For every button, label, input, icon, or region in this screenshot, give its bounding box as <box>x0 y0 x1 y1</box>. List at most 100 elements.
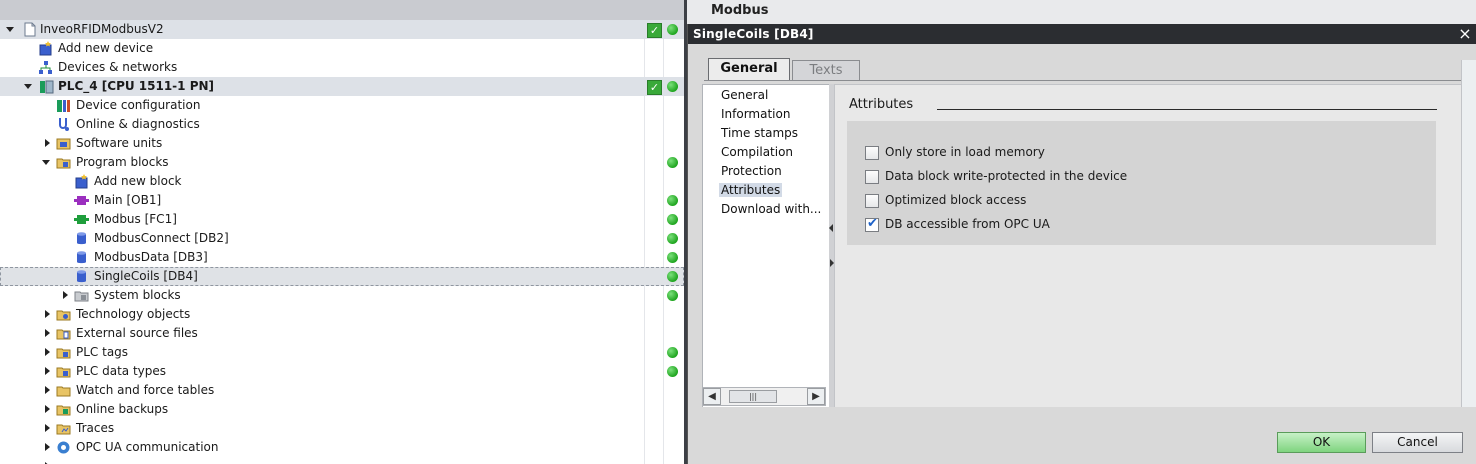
diagnostics-icon <box>59 118 69 131</box>
properties-dialog: SingleCoils [DB4] × General Texts Genera… <box>687 24 1476 464</box>
plc-tags-icon <box>56 348 71 359</box>
tree-row-partial[interactable] <box>0 457 684 464</box>
tree-row-project[interactable]: InveoRFIDModbusV2 ✓ <box>0 20 684 39</box>
tree-item-label: InveoRFIDModbusV2 <box>40 22 164 36</box>
editor-title: Modbus <box>711 3 769 18</box>
tree-row-modbusconnect-db2[interactable]: ModbusConnect [DB2] <box>0 229 684 248</box>
opc-ua-icon <box>57 441 70 454</box>
nav-item-information[interactable]: Information <box>721 107 790 121</box>
close-icon[interactable]: × <box>1456 25 1474 43</box>
project-tree: InveoRFIDModbusV2 ✓ Add new device Devic… <box>0 0 684 464</box>
organization-block-icon <box>74 196 89 205</box>
tree-row-plc[interactable]: PLC_4 [CPU 1511-1 PN] ✓ <box>0 77 684 96</box>
traces-icon <box>56 424 71 435</box>
expand-arrow-icon[interactable] <box>45 424 50 432</box>
dialog-button-bar: OK Cancel <box>688 407 1476 464</box>
dialog-title-bar[interactable]: SingleCoils [DB4] × <box>688 24 1476 44</box>
collapse-left-icon[interactable] <box>829 224 833 232</box>
status-ok-icon <box>667 366 678 377</box>
checkbox-box[interactable] <box>865 194 879 208</box>
expand-arrow-icon[interactable] <box>45 348 50 356</box>
section-title-line <box>937 109 1437 110</box>
status-ok-icon <box>667 290 678 301</box>
expand-arrow-icon[interactable] <box>45 405 50 413</box>
tree-row-singlecoils-db4[interactable]: SingleCoils [DB4] <box>0 267 684 286</box>
tree-item-label: SingleCoils [DB4] <box>94 269 198 283</box>
tree-row-plc-tags[interactable]: PLC tags <box>0 343 684 362</box>
tree-row-technology-objects[interactable]: Technology objects <box>0 305 684 324</box>
expand-arrow-icon[interactable] <box>45 367 50 375</box>
checkbox-box[interactable]: ✔ <box>865 216 879 232</box>
expand-arrow-icon[interactable] <box>45 310 50 318</box>
tree-row-devices-networks[interactable]: Devices & networks <box>0 58 684 77</box>
dialog-title: SingleCoils [DB4] <box>693 27 814 41</box>
network-icon <box>39 61 52 74</box>
plc-icon <box>40 80 54 94</box>
scroll-left-icon[interactable]: ◀ <box>703 388 721 405</box>
expand-arrow-icon[interactable] <box>45 386 50 394</box>
tree-item-label: Devices & networks <box>58 60 178 74</box>
ok-button[interactable]: OK <box>1277 432 1366 453</box>
device-config-icon <box>57 100 70 112</box>
expand-arrow-icon[interactable] <box>45 329 50 337</box>
tree-row-modbus-fc1[interactable]: Modbus [FC1] <box>0 210 684 229</box>
collapse-arrow-icon[interactable] <box>42 160 50 165</box>
tree-row-traces[interactable]: Traces <box>0 419 684 438</box>
tree-row-software-units[interactable]: Software units <box>0 134 684 153</box>
tree-row-watch-force-tables[interactable]: Watch and force tables <box>0 381 684 400</box>
tab-general[interactable]: General <box>708 58 790 81</box>
tree-row-online-diagnostics[interactable]: Online & diagnostics <box>0 115 684 134</box>
checkbox-label: Optimized block access <box>885 193 1027 207</box>
cancel-button[interactable]: Cancel <box>1372 432 1463 453</box>
checkbox-label: DB accessible from OPC UA <box>885 217 1050 231</box>
status-ok-icon <box>667 81 678 92</box>
tree-item-label: ModbusData [DB3] <box>94 250 208 264</box>
tree-row-device-configuration[interactable]: Device configuration <box>0 96 684 115</box>
nav-item-download-with[interactable]: Download with... <box>721 202 821 216</box>
scroll-thumb[interactable]: ||| <box>729 390 777 403</box>
status-ok-icon <box>667 214 678 225</box>
folder-icon <box>56 158 71 169</box>
checkbox-box[interactable] <box>865 170 879 184</box>
tree-row-add-new-block[interactable]: Add new block <box>0 172 684 191</box>
status-ok-icon <box>667 347 678 358</box>
status-ok-icon <box>667 252 678 263</box>
checkbox-box[interactable] <box>865 146 879 160</box>
tree-item-label: PLC tags <box>76 345 129 359</box>
add-block-icon <box>75 174 88 189</box>
collapse-arrow-icon[interactable] <box>24 84 32 89</box>
nav-item-general[interactable]: General <box>721 88 768 102</box>
property-nav-list: General Information Time stamps Compilat… <box>702 84 830 409</box>
tree-row-program-blocks[interactable]: Program blocks <box>0 153 684 172</box>
tree-row-system-blocks[interactable]: System blocks <box>0 286 684 305</box>
data-block-icon <box>77 232 86 245</box>
scroll-right-icon[interactable]: ▶ <box>807 388 825 405</box>
nav-item-attributes[interactable]: Attributes <box>719 183 783 197</box>
tree-row-plc-data-types[interactable]: PLC data types <box>0 362 684 381</box>
tree-item-label: Add new block <box>94 174 182 188</box>
tree-header <box>0 0 684 20</box>
nav-horizontal-scrollbar[interactable]: ◀ ||| ▶ <box>702 387 826 406</box>
tree-row-opc-ua-communication[interactable]: OPC UA communication <box>0 438 684 457</box>
technology-objects-icon <box>56 310 71 321</box>
tree-row-add-new-device[interactable]: Add new device <box>0 39 684 58</box>
tree-row-external-source-files[interactable]: External source files <box>0 324 684 343</box>
tree-row-main-ob1[interactable]: Main [OB1] <box>0 191 684 210</box>
nav-item-compilation[interactable]: Compilation <box>721 145 793 159</box>
expand-arrow-icon[interactable] <box>63 291 68 299</box>
tree-item-label: Technology objects <box>76 307 191 321</box>
collapse-arrow-icon[interactable] <box>6 27 14 32</box>
vertical-scrollbar[interactable] <box>1461 60 1476 407</box>
tree-item-label: Device configuration <box>76 98 201 112</box>
checkmark-icon: ✔ <box>867 216 878 231</box>
tree-item-label: Modbus [FC1] <box>94 212 177 226</box>
expand-arrow-icon[interactable] <box>45 443 50 451</box>
nav-item-protection[interactable]: Protection <box>721 164 782 178</box>
tree-item-label: ModbusConnect [DB2] <box>94 231 229 245</box>
section-title: Attributes <box>849 97 914 112</box>
expand-arrow-icon[interactable] <box>45 139 50 147</box>
tree-row-online-backups[interactable]: Online backups <box>0 400 684 419</box>
tab-texts[interactable]: Texts <box>792 60 860 81</box>
nav-item-time-stamps[interactable]: Time stamps <box>721 126 798 140</box>
tree-row-modbusdata-db3[interactable]: ModbusData [DB3] <box>0 248 684 267</box>
